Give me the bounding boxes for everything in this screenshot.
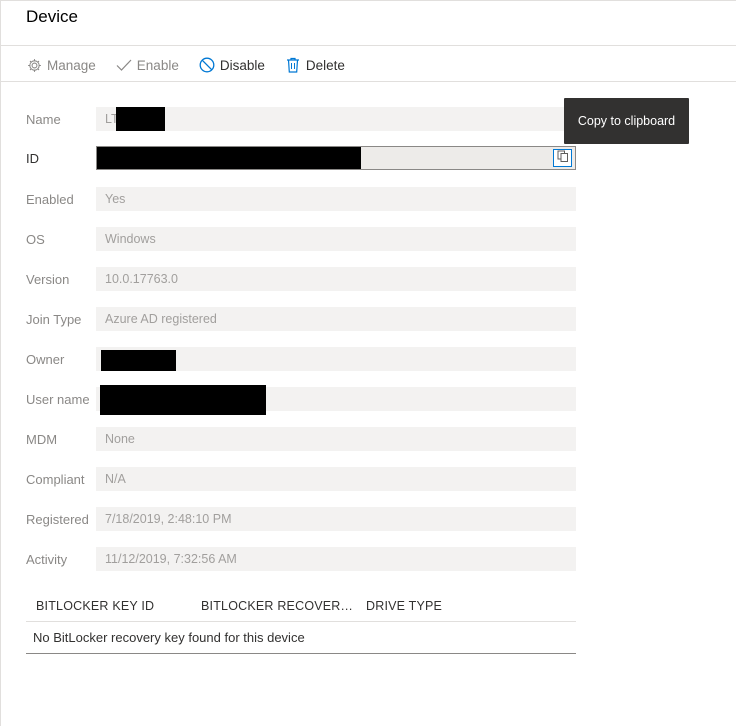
field-user-name: User name (26, 385, 576, 415)
column-header-drive-type[interactable]: DRIVE TYPE (356, 599, 506, 613)
field-label-compliant: Compliant (26, 471, 85, 487)
field-enabled: Enabled Yes (26, 187, 576, 211)
enabled-field[interactable]: Yes (96, 187, 576, 211)
redaction-block (100, 385, 266, 415)
version-value: 10.0.17763.0 (105, 272, 178, 286)
field-version: Version 10.0.17763.0 (26, 267, 576, 291)
copy-icon (557, 147, 569, 169)
trash-icon (285, 57, 301, 73)
field-mdm: MDM None (26, 427, 576, 451)
field-label-registered: Registered (26, 511, 89, 527)
activity-value: 11/12/2019, 7:32:56 AM (105, 552, 237, 566)
checkmark-icon (116, 57, 132, 73)
registered-value: 7/18/2019, 2:48:10 PM (105, 512, 232, 526)
copy-to-clipboard-button[interactable] (553, 149, 572, 167)
field-join-type: Join Type Azure AD registered (26, 307, 576, 331)
enable-button[interactable]: Enable (116, 57, 179, 73)
os-field[interactable]: Windows (96, 227, 576, 251)
manage-button[interactable]: Manage (26, 57, 96, 73)
toolbar-divider (1, 81, 736, 82)
user-name-field[interactable] (96, 385, 576, 415)
compliant-value: N/A (105, 472, 126, 486)
field-label-enabled: Enabled (26, 191, 74, 207)
enable-label: Enable (136, 57, 179, 73)
activity-field[interactable]: 11/12/2019, 7:32:56 AM (96, 547, 576, 571)
block-icon (199, 57, 215, 73)
title-divider (1, 45, 736, 46)
join-type-value: Azure AD registered (105, 312, 217, 326)
disable-label: Disable (219, 57, 265, 73)
disable-button[interactable]: Disable (199, 57, 265, 73)
name-field[interactable]: LT (96, 107, 576, 131)
field-compliant: Compliant N/A (26, 467, 576, 491)
redaction-block (116, 107, 165, 131)
owner-field[interactable] (96, 347, 576, 371)
compliant-field[interactable]: N/A (96, 467, 576, 491)
field-registered: Registered 7/18/2019, 2:48:10 PM (26, 507, 576, 531)
delete-label: Delete (305, 57, 345, 73)
manage-label: Manage (47, 57, 96, 73)
gear-icon (26, 57, 42, 73)
delete-button[interactable]: Delete (285, 57, 345, 73)
field-label-mdm: MDM (26, 431, 58, 447)
field-label-version: Version (26, 271, 70, 287)
redaction-block (101, 350, 176, 371)
field-label-user-name: User name (26, 391, 90, 407)
field-activity: Activity 11/12/2019, 7:32:56 AM (26, 547, 576, 571)
bitlocker-table: BITLOCKER KEY ID BITLOCKER RECOVERY K...… (26, 590, 576, 654)
copy-tooltip: Copy to clipboard (564, 98, 689, 144)
table-header: BITLOCKER KEY ID BITLOCKER RECOVERY K...… (26, 590, 576, 622)
join-type-field[interactable]: Azure AD registered (96, 307, 576, 331)
field-label-name: Name (26, 111, 61, 127)
mdm-field[interactable]: None (96, 427, 576, 451)
version-field[interactable]: 10.0.17763.0 (96, 267, 576, 291)
empty-message: No BitLocker recovery key found for this… (26, 622, 576, 654)
mdm-value: None (105, 432, 135, 446)
field-label-id: ID (26, 150, 39, 166)
redaction-block (97, 147, 361, 169)
os-value: Windows (105, 232, 156, 246)
field-name: Name LT (26, 107, 576, 131)
field-label-activity: Activity (26, 551, 68, 567)
field-label-join-type: Join Type (26, 311, 82, 327)
enabled-value: Yes (105, 192, 126, 206)
column-header-recovery-key[interactable]: BITLOCKER RECOVERY K... (191, 599, 356, 613)
field-os: OS Windows (26, 227, 576, 251)
id-field[interactable] (96, 146, 576, 170)
toolbar: Manage Enable Disable Delete (26, 55, 365, 75)
page-title: Device (26, 7, 78, 26)
field-owner: Owner (26, 347, 576, 371)
registered-field[interactable]: 7/18/2019, 2:48:10 PM (96, 507, 576, 531)
field-id: ID (26, 146, 576, 170)
column-header-key-id[interactable]: BITLOCKER KEY ID (26, 599, 191, 613)
field-label-os: OS (26, 231, 45, 247)
field-label-owner: Owner (26, 351, 65, 367)
